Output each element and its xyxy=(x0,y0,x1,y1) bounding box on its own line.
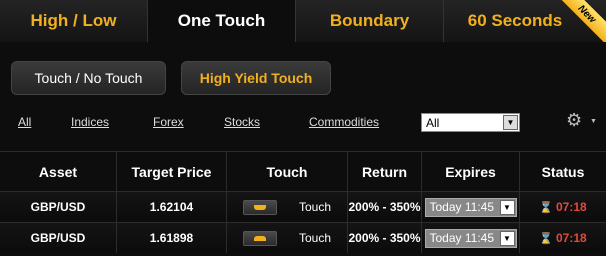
asset-cell: GBP/USD xyxy=(0,223,117,253)
expiry-select-value: Today 11:45 xyxy=(429,200,495,214)
table-row: GBP/USD 1.61898 Touch 200% - 350% Today … xyxy=(0,222,606,253)
touch-label: Touch xyxy=(298,231,332,245)
touch-cell: Touch xyxy=(227,223,348,253)
tab-label: 60 Seconds xyxy=(467,11,563,30)
filter-stocks-link[interactable]: Stocks xyxy=(224,115,260,129)
header-target-price: Target Price xyxy=(117,152,227,191)
filter-forex-link[interactable]: Forex xyxy=(153,115,184,129)
touch-direction-button[interactable] xyxy=(242,199,277,215)
expiry-select-value: Today 11:45 xyxy=(429,231,495,245)
tab-label: One Touch xyxy=(177,11,266,30)
target-price-cell: 1.62104 xyxy=(117,192,227,222)
table-header: Asset Target Price Touch Return Expires … xyxy=(0,151,606,191)
status-cell: ⌛ 07:18 xyxy=(520,223,606,253)
asset-select[interactable]: All ▼ xyxy=(421,113,520,132)
asset-filters: All Indices Forex Stocks Commodities All… xyxy=(0,110,606,133)
hourglass-icon: ⌛ xyxy=(539,201,553,214)
options-table: Asset Target Price Touch Return Expires … xyxy=(0,151,606,253)
product-tabs: High / Low One Touch Boundary 60 Seconds… xyxy=(0,0,606,42)
status-countdown: 07:18 xyxy=(556,200,587,214)
touch-no-touch-button[interactable]: Touch / No Touch xyxy=(11,61,166,95)
tab-one-touch[interactable]: One Touch xyxy=(148,0,296,42)
tab-label: High / Low xyxy=(30,11,117,30)
expires-cell: Today 11:45 ▼ xyxy=(422,192,520,222)
header-asset: Asset xyxy=(0,152,117,191)
return-cell: 200% - 350% xyxy=(348,192,422,222)
filter-commodities-link[interactable]: Commodities xyxy=(309,115,379,129)
header-return: Return xyxy=(348,152,422,191)
caret-down-icon: ▼ xyxy=(590,118,597,125)
expires-cell: Today 11:45 ▼ xyxy=(422,223,520,253)
gear-icon: ⚙ xyxy=(566,110,583,130)
header-touch: Touch xyxy=(227,152,348,191)
header-expires: Expires xyxy=(422,152,520,191)
return-cell: 200% - 350% xyxy=(348,223,422,253)
tab-boundary[interactable]: Boundary xyxy=(296,0,444,42)
chevron-down-icon: ▼ xyxy=(499,230,515,246)
tab-high-low[interactable]: High / Low xyxy=(0,0,148,42)
filter-all-link[interactable]: All xyxy=(18,115,31,129)
tab-label: Boundary xyxy=(329,11,410,30)
table-row: GBP/USD 1.62104 Touch 200% - 350% Today … xyxy=(0,191,606,222)
status-countdown: 07:18 xyxy=(556,231,587,245)
touch-up-icon xyxy=(253,204,266,210)
status-cell: ⌛ 07:18 xyxy=(520,192,606,222)
settings-button[interactable]: ⚙ ▼ xyxy=(566,110,602,132)
expiry-select[interactable]: Today 11:45 ▼ xyxy=(424,228,517,248)
expiry-select[interactable]: Today 11:45 ▼ xyxy=(424,197,517,217)
touch-down-icon xyxy=(253,235,266,241)
target-price-cell: 1.61898 xyxy=(117,223,227,253)
touch-label: Touch xyxy=(298,200,332,214)
hourglass-icon: ⌛ xyxy=(539,232,553,245)
chevron-down-icon: ▼ xyxy=(503,115,518,130)
filter-indices-link[interactable]: Indices xyxy=(71,115,109,129)
chevron-down-icon: ▼ xyxy=(499,199,515,215)
asset-cell: GBP/USD xyxy=(0,192,117,222)
header-status: Status xyxy=(541,163,585,180)
touch-direction-button[interactable] xyxy=(242,230,277,246)
high-yield-touch-button[interactable]: High Yield Touch xyxy=(181,61,331,95)
touch-cell: Touch xyxy=(227,192,348,222)
asset-select-value: All xyxy=(426,115,440,130)
tab-60-seconds[interactable]: 60 Seconds New xyxy=(444,0,606,42)
